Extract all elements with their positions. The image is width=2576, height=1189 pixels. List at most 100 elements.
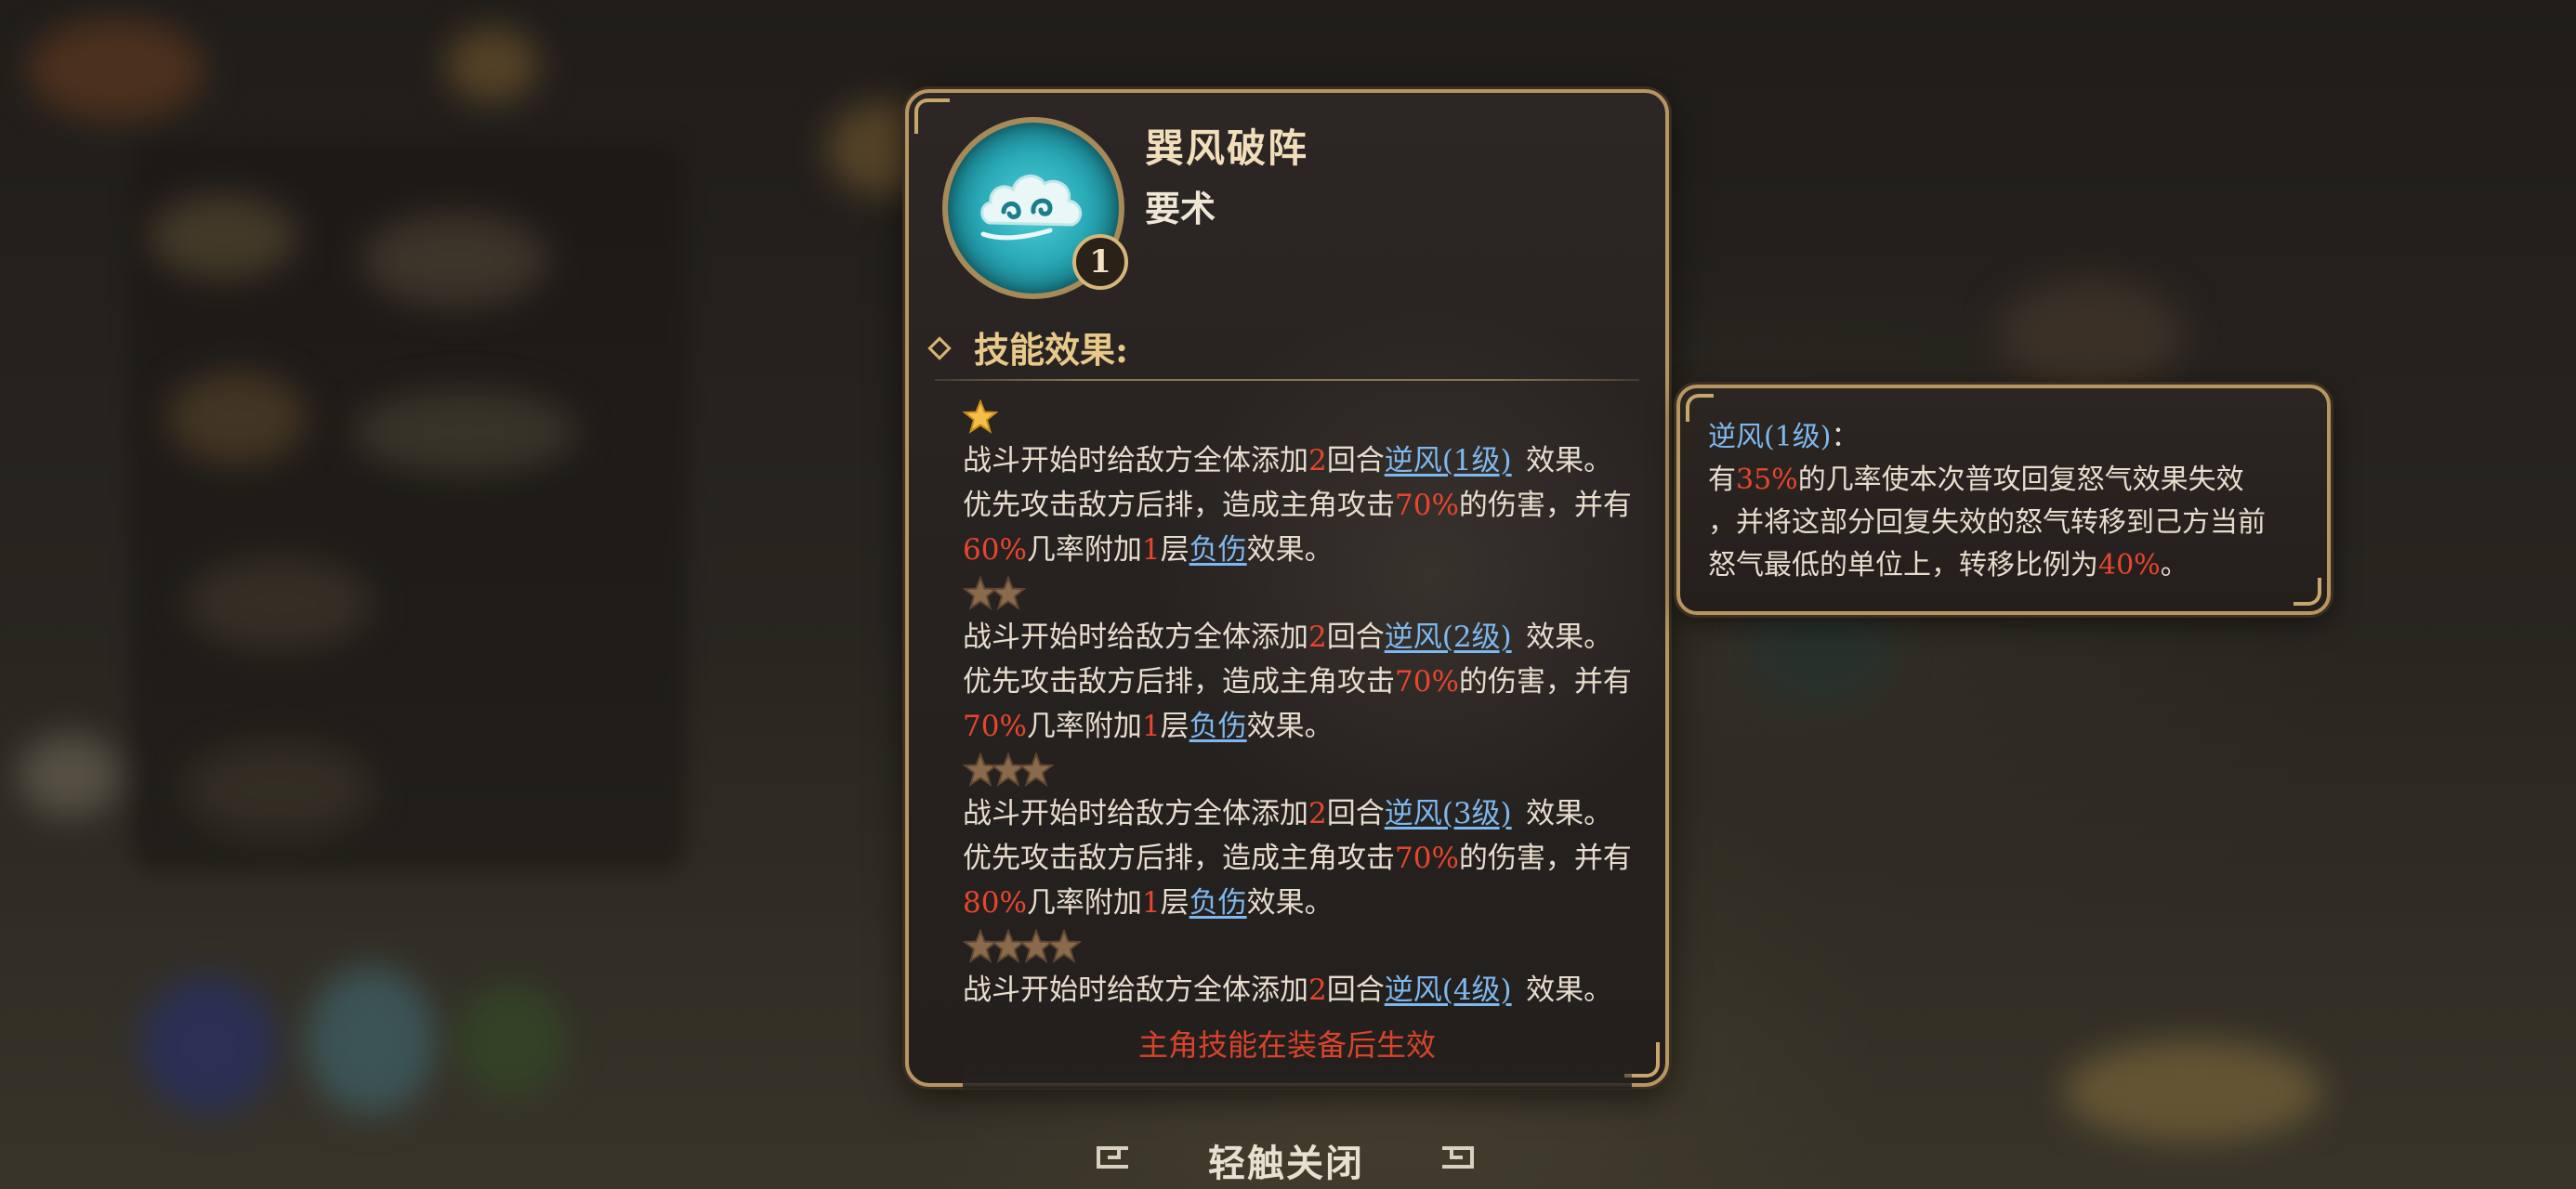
effect-text: 效果。 [1526,444,1613,477]
effect-line: 优先攻击敌方后排，造成主角攻击70%的伤害，并有 [963,836,1632,881]
effect-text: 战斗开始时给敌方全体添加 [963,444,1308,477]
effect-text: 优先攻击敌方后排，造成主角攻击 [963,842,1395,875]
effect-text: 几率附加 [1026,533,1142,567]
stack-count: 1 [1141,533,1161,567]
effect-text: 几率附加 [1026,710,1142,743]
cloud-glyph [980,175,1083,241]
stack-count: 1 [1141,710,1161,743]
effect-text: 回合 [1326,621,1385,654]
effect-line: 70%几率附加1层负伤效果。 [963,704,1632,749]
effect-text: 的伤害，并有 [1458,842,1632,875]
effect-tier: 战斗开始时给敌方全体添加2回合逆风(1级) 效果。 优先攻击敌方后排，造成主角攻击… [963,396,1632,572]
effect-text: 回合 [1326,973,1385,1007]
turn-count: 2 [1308,621,1327,654]
tooltip-corner-ornament [1686,394,1714,422]
tap-to-close[interactable]: 轻触关闭 [1097,1130,1487,1185]
effect-text: 的伤害，并有 [1458,489,1632,522]
damage-percent: 70% [1395,489,1459,522]
tooltip-text-line: 怒气最低的单位上，转移比例为40%。 [1708,544,2305,587]
chance-percent: 80% [963,886,1027,920]
left-ornament-icon [1097,1146,1128,1169]
turn-count: 2 [1308,444,1327,477]
tap-to-close-label: 轻触关闭 [1208,1142,1364,1185]
tooltip-text: 怒气最低的单位上，转移比例为 [1708,549,2098,581]
tooltip-text-line: ，并将这部分回复失效的怒气转移到己方当前 [1708,502,2305,544]
status-link-injury[interactable]: 负伤 [1189,533,1247,567]
effect-text: 效果。 [1246,533,1334,567]
tooltip-text: 的几率使本次普攻回复怒气效果失效 [1797,464,2244,496]
effect-text: 几率附加 [1026,886,1142,920]
star-rating [963,925,1632,968]
skill-level-badge: 1 [1072,234,1128,290]
star-icon [963,399,998,434]
status-link-headwind[interactable]: 逆风(2级) [1385,621,1512,654]
star-rating [963,396,1632,438]
star-icon [1046,929,1082,963]
effect-text: 战斗开始时给敌方全体添加 [963,621,1308,654]
status-tooltip: 逆风(1级)： 有35%的几率使本次普攻回复怒气效果失效 ，并将这部分回复失效的… [1676,385,2331,615]
chance-percent: 60% [963,533,1027,567]
turn-count: 2 [1308,797,1327,830]
effect-tier: 战斗开始时给敌方全体添加2回合逆风(2级) 效果。 优先攻击敌方后排，造成主角攻击… [963,572,1632,749]
effect-text: 层 [1160,710,1189,743]
tooltip-percent: 35% [1736,464,1798,496]
effects-section-header: 技能效果: [927,321,1129,372]
effect-text: 回合 [1326,797,1385,830]
effect-text: 效果。 [1526,973,1613,1007]
stack-count: 1 [1141,886,1161,920]
status-link-injury[interactable]: 负伤 [1189,886,1247,920]
effect-line: 战斗开始时给敌方全体添加2回合逆风(4级) 效果。 [963,968,1632,1013]
tooltip-text-line: 有35%的几率使本次普攻回复怒气效果失效 [1708,459,2305,502]
effect-text: 优先攻击敌方后排，造成主角攻击 [963,489,1395,522]
star-rating [963,749,1632,791]
skill-name: 巽风破阵 [1145,125,1309,171]
skill-effects-list[interactable]: 战斗开始时给敌方全体添加2回合逆风(1级) 效果。 优先攻击敌方后排，造成主角攻击… [963,396,1632,1089]
effect-line: 战斗开始时给敌方全体添加2回合逆风(2级) 效果。 [963,615,1632,660]
damage-percent: 70% [1395,842,1459,875]
effect-text: 层 [1160,886,1189,920]
tooltip-corner-ornament [2293,578,2321,606]
tooltip-text: 有 [1708,464,1736,496]
effect-line: 优先攻击敌方后排，造成主角攻击70%的伤害，并有 [963,483,1632,528]
damage-percent: 70% [1395,665,1459,699]
effect-line: 战斗开始时给敌方全体添加2回合逆风(3级) 效果。 [963,791,1632,836]
diamond-icon [927,335,952,360]
status-link-headwind[interactable]: 逆风(3级) [1385,797,1512,830]
effect-text: 效果。 [1526,797,1613,830]
scroll-fade [963,1061,1632,1089]
tooltip-text: ，并将这部分回复失效的怒气转移到己方当前 [1708,506,2266,539]
status-link-headwind[interactable]: 逆风(4级) [1385,973,1512,1007]
card-corner-ornament [914,98,950,134]
star-icon [1019,752,1054,787]
effect-text: 战斗开始时给敌方全体添加 [963,973,1308,1007]
effect-text: 效果。 [1246,710,1334,743]
effects-header-label: 技能效果: [974,329,1129,371]
right-ornament-icon [1442,1146,1474,1169]
tooltip-percent: 40% [2098,549,2161,581]
skill-type: 要术 [1145,188,1216,229]
chance-percent: 70% [963,710,1027,743]
effect-tier: 战斗开始时给敌方全体添加2回合逆风(3级) 效果。 优先攻击敌方后排，造成主角攻击… [963,749,1632,925]
effect-line: 60%几率附加1层负伤效果。 [963,528,1632,572]
effect-line: 80%几率附加1层负伤效果。 [963,881,1632,925]
effect-text: 回合 [1326,444,1385,477]
effect-line: 战斗开始时给敌方全体添加2回合逆风(1级) 效果。 [963,438,1632,483]
status-link-injury[interactable]: 负伤 [1189,710,1247,743]
tooltip-title: 逆风(1级) [1708,421,1832,453]
skill-detail-card: 1 巽风破阵 要术 技能效果: 战斗开始时给敌方全体添加2回合逆风(1级) 效果… [905,89,1669,1089]
tooltip-title-line: 逆风(1级)： [1708,416,2305,459]
effect-tier: 战斗开始时给敌方全体添加2回合逆风(4级) 效果。 [963,925,1632,1013]
star-icon [991,576,1026,610]
effect-line: 优先攻击敌方后排，造成主角攻击70%的伤害，并有 [963,660,1632,704]
turn-count: 2 [1308,973,1327,1007]
effect-text: 优先攻击敌方后排，造成主角攻击 [963,665,1395,699]
tooltip-colon: ： [1831,421,1860,453]
effect-text: 效果。 [1526,621,1613,654]
effect-text: 效果。 [1246,886,1334,920]
status-link-headwind[interactable]: 逆风(1级) [1385,444,1512,477]
section-divider [935,379,1639,381]
tooltip-text: 。 [2160,549,2188,581]
effect-text: 层 [1160,533,1189,567]
star-rating [963,572,1632,615]
equip-notice: 主角技能在装备后生效 [1137,1027,1436,1063]
